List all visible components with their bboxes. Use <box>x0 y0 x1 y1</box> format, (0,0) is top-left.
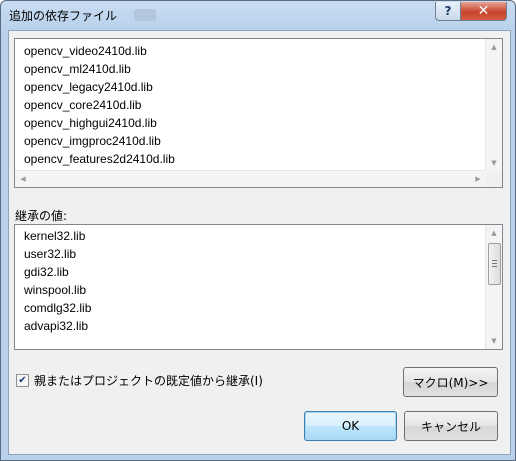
dependency-item: opencv_features2d2410d.lib <box>24 152 175 166</box>
scroll-thumb[interactable] <box>488 243 501 285</box>
ok-button[interactable]: OK <box>304 411 397 441</box>
inherited-item: gdi32.lib <box>24 265 69 279</box>
inherit-checkbox-label[interactable]: 親またはプロジェクトの既定値から継承(I) <box>34 372 263 389</box>
scroll-up-icon[interactable]: ▲ <box>486 225 502 241</box>
dependency-item: opencv_legacy2410d.lib <box>24 80 153 94</box>
help-button[interactable]: ? <box>435 2 461 21</box>
title-obscured-text <box>134 9 156 21</box>
scroll-right-icon[interactable]: ▶ <box>470 171 486 187</box>
dependency-item: opencv_ml2410d.lib <box>24 62 131 76</box>
inherited-item: kernel32.lib <box>24 229 86 243</box>
dialog-window: 追加の依存ファイル ? ✕ opencv_video2410d.lib open… <box>0 0 516 461</box>
inherited-item: advapi32.lib <box>24 319 89 333</box>
inherited-values-label: 継承の値: <box>15 209 68 223</box>
dialog-client-area: opencv_video2410d.lib opencv_ml2410d.lib… <box>8 30 511 455</box>
dependencies-textbox[interactable]: opencv_video2410d.lib opencv_ml2410d.lib… <box>14 38 503 188</box>
close-button[interactable]: ✕ <box>460 2 507 21</box>
scrollbar-corner <box>486 171 502 187</box>
cancel-button[interactable]: キャンセル <box>404 411 498 441</box>
inherited-item: comdlg32.lib <box>24 301 92 315</box>
scroll-left-icon[interactable]: ◀ <box>15 171 31 187</box>
dependencies-horizontal-scrollbar[interactable]: ◀ ▶ <box>15 170 486 187</box>
inherited-vertical-scrollbar[interactable]: ▲ ▼ <box>485 225 502 349</box>
dependency-item: opencv_highgui2410d.lib <box>24 116 157 130</box>
inherit-checkbox[interactable]: ✔ <box>16 374 29 387</box>
inherited-item: winspool.lib <box>24 283 87 297</box>
scroll-down-icon[interactable]: ▼ <box>486 333 502 349</box>
scroll-up-icon[interactable]: ▲ <box>486 39 502 55</box>
dependency-item: opencv_core2410d.lib <box>24 98 142 112</box>
macro-button[interactable]: マクロ(M)>> <box>403 367 498 397</box>
scroll-down-icon[interactable]: ▼ <box>486 155 502 171</box>
inherited-item: user32.lib <box>24 247 77 261</box>
inherit-checkbox-row[interactable]: ✔ 親またはプロジェクトの既定値から継承(I) <box>16 372 263 389</box>
dependency-item: opencv_video2410d.lib <box>24 44 147 58</box>
dependencies-vertical-scrollbar[interactable]: ▲ ▼ <box>485 39 502 171</box>
window-title: 追加の依存ファイル <box>9 9 118 23</box>
dependency-item: opencv_imgproc2410d.lib <box>24 134 161 148</box>
inherited-values-textbox: kernel32.lib user32.lib gdi32.lib winspo… <box>14 224 503 350</box>
title-bar[interactable]: 追加の依存ファイル ? ✕ <box>1 1 515 29</box>
